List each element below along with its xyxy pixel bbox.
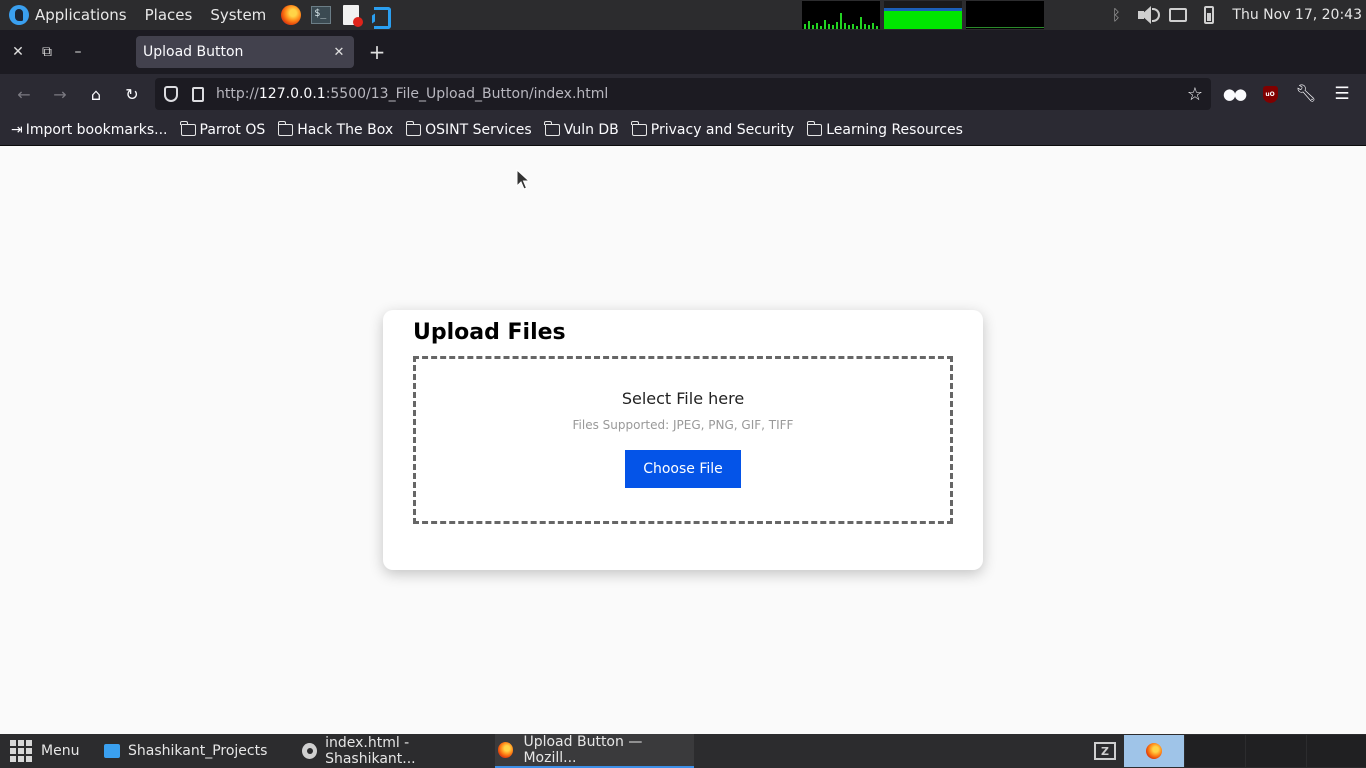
import-icon: ⇥ <box>11 121 23 138</box>
task-file-manager[interactable]: Shashikant_Projects <box>104 734 292 768</box>
ublock-extension[interactable]: uO <box>1258 82 1282 106</box>
applications-menu[interactable]: Applications <box>35 6 127 24</box>
task-vscode[interactable]: index.html - Shashikant... <box>302 734 494 768</box>
bookmark-parrot-os[interactable]: Parrot OS <box>180 120 265 138</box>
bookmark-import[interactable]: ⇥ Import bookmarks... <box>11 122 168 138</box>
battery-control[interactable] <box>1198 4 1220 26</box>
bookmark-vuln-db[interactable]: Vuln DB <box>544 120 619 138</box>
taskbar: Menu Shashikant_Projects index.html - Sh… <box>0 734 1366 768</box>
vscode-icon <box>302 743 318 759</box>
page-title: Upload Files <box>413 320 566 345</box>
tab-title: Upload Button <box>143 44 244 60</box>
folder-icon <box>544 120 560 136</box>
task-firefox[interactable]: Upload Button — Mozill... <box>495 734 694 768</box>
start-menu-button[interactable]: Menu <box>10 740 79 762</box>
private-mask-icon[interactable]: ●● <box>1222 82 1247 106</box>
firefox-icon <box>1146 743 1162 759</box>
folder-icon <box>104 744 120 758</box>
url-text[interactable]: http://127.0.0.1:5500/13_File_Upload_But… <box>216 86 1187 102</box>
terminal-icon: $_ <box>311 6 332 24</box>
network-monitor <box>966 1 1044 29</box>
cpu-monitor <box>802 1 880 29</box>
bookmark-privacy-security[interactable]: Privacy and Security <box>631 120 794 138</box>
volume-control[interactable] <box>1136 4 1161 26</box>
bluetooth-icon[interactable]: ᛒ <box>1105 4 1127 26</box>
filezilla-icon[interactable]: Z <box>1094 742 1116 760</box>
ublock-icon: uO <box>1262 85 1278 103</box>
firefox-launcher[interactable] <box>280 4 302 26</box>
folder-icon <box>405 120 422 136</box>
folder-icon <box>180 120 196 136</box>
wrench-icon[interactable]: 🔧︎ <box>1294 82 1318 106</box>
clock[interactable]: Thu Nov 17, 20:43 <box>1232 7 1362 23</box>
system-tray: ᛒ Thu Nov 17, 20:43 <box>1105 0 1366 30</box>
text-editor-launcher[interactable] <box>340 4 364 27</box>
reload-button[interactable]: ↻ <box>120 82 144 106</box>
workspace-1[interactable] <box>1124 735 1184 767</box>
places-menu[interactable]: Places <box>145 6 193 24</box>
page-viewport: Upload Files Select File here Files Supp… <box>0 146 1366 734</box>
window-minimize-button[interactable]: – <box>68 40 88 64</box>
bookmark-learning-resources[interactable]: Learning Resources <box>806 120 963 138</box>
tab-close-icon[interactable]: ✕ <box>327 40 351 64</box>
folder-icon <box>277 120 294 136</box>
new-tab-button[interactable]: + <box>366 40 388 64</box>
workspace-4[interactable] <box>1307 735 1366 767</box>
forward-button[interactable]: → <box>48 82 72 106</box>
tracking-protection-icon[interactable] <box>164 86 178 102</box>
system-menu[interactable]: System <box>210 6 266 24</box>
folder-icon <box>631 120 647 136</box>
hamburger-menu-icon[interactable]: ☰ <box>1330 82 1354 106</box>
back-button[interactable]: ← <box>12 82 36 106</box>
tab-upload-button[interactable]: Upload Button ✕ <box>136 36 354 68</box>
bookmark-hack-the-box[interactable]: Hack The Box <box>277 120 393 138</box>
menu-label: Menu <box>41 743 80 759</box>
window-restore-button[interactable]: ⧉ <box>37 40 57 64</box>
bookmark-star-icon[interactable]: ☆ <box>1187 84 1203 105</box>
vscode-launcher[interactable] <box>370 4 392 29</box>
folder-icon <box>806 120 823 136</box>
workspace-3[interactable] <box>1246 735 1306 767</box>
menu-grid-icon <box>10 740 32 762</box>
choose-file-button[interactable]: Choose File <box>625 450 741 488</box>
bookmarks-bar: ⇥ Import bookmarks... Parrot OS Hack The … <box>0 114 1366 146</box>
battery-icon <box>1204 6 1215 24</box>
browser-tab-bar: ✕ ⧉ – Upload Button ✕ + <box>0 30 1366 74</box>
volume-icon <box>1136 5 1161 25</box>
parrot-logo-icon[interactable] <box>9 5 29 25</box>
firefox-icon <box>281 5 302 25</box>
page-info-icon[interactable] <box>192 86 204 102</box>
navigation-bar: ← → ⌂ ↻ http://127.0.0.1:5500/13_File_Up… <box>0 74 1366 114</box>
file-drop-zone[interactable]: Select File here Files Supported: JPEG, … <box>413 356 953 524</box>
home-button[interactable]: ⌂ <box>84 82 108 106</box>
top-panel: Applications Places System $_ ᛒ Thu Nov … <box>0 0 1366 30</box>
text-editor-icon <box>343 5 364 27</box>
vscode-icon <box>371 5 392 29</box>
firefox-icon <box>498 742 514 758</box>
supported-formats: Files Supported: JPEG, PNG, GIF, TIFF <box>572 418 794 432</box>
screen-icon <box>1169 8 1188 22</box>
terminal-launcher[interactable]: $_ <box>310 4 332 26</box>
url-bar[interactable]: http://127.0.0.1:5500/13_File_Upload_But… <box>155 78 1211 110</box>
window-close-button[interactable]: ✕ <box>8 40 28 64</box>
workspace-2[interactable] <box>1185 735 1245 767</box>
drop-zone-title: Select File here <box>621 389 745 408</box>
memory-monitor <box>884 1 962 29</box>
upload-card: Upload Files Select File here Files Supp… <box>383 310 983 570</box>
display-control[interactable] <box>1167 4 1189 26</box>
bookmark-osint-services[interactable]: OSINT Services <box>405 120 532 138</box>
